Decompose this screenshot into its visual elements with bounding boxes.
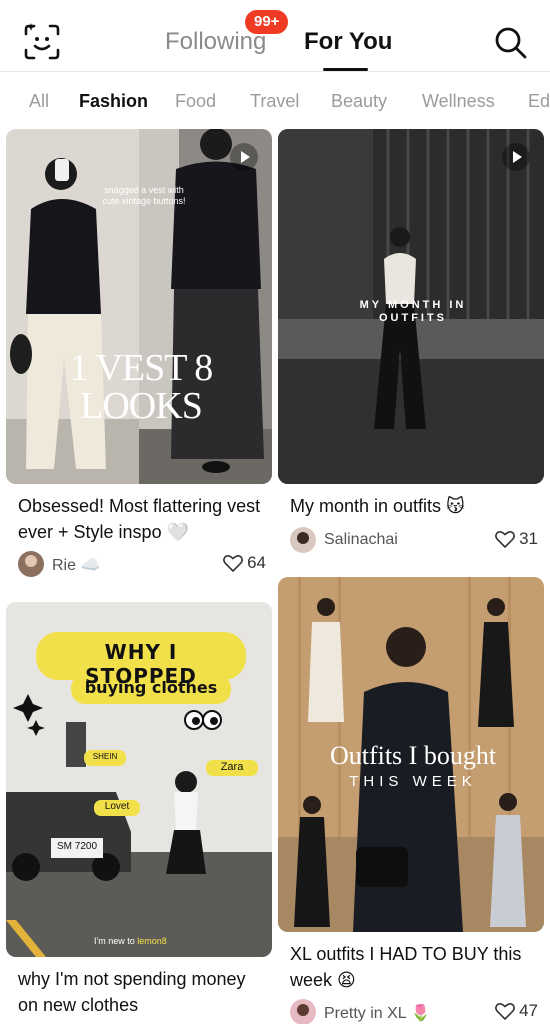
cover-headline: Outfits I bought <box>329 741 497 770</box>
category-fashion[interactable]: Fashion <box>79 91 148 112</box>
tag-label: Lovet <box>104 801 130 812</box>
footnote-brand: lemon8 <box>137 936 167 946</box>
like-count: 31 <box>519 529 538 548</box>
cover-subheadline: THIS WEEK <box>349 773 477 790</box>
post-cover-image[interactable]: Outfits I bought THIS WEEK <box>278 577 544 932</box>
tag-label: Zara <box>220 761 244 773</box>
avatar[interactable] <box>18 551 44 577</box>
license-plate: SM 7200 <box>56 841 98 852</box>
face-scan-icon[interactable] <box>22 22 62 62</box>
cover-headline: MY MONTH IN OUTFITS <box>359 299 467 324</box>
avatar[interactable] <box>290 527 316 553</box>
like-button[interactable]: 47 <box>495 1001 538 1021</box>
cover-footnote: I'm new to lemon8 <box>94 936 167 946</box>
post-title[interactable]: XL outfits I HAD TO BUY this week 😫 <box>290 941 540 993</box>
post-card[interactable]: WHY I STOPPED buying clothes SHEIN Zara … <box>6 602 272 1024</box>
like-count: 64 <box>247 553 266 572</box>
heart-icon <box>495 531 516 548</box>
like-count: 47 <box>519 1001 538 1020</box>
top-bar: Following 99+ For You <box>0 0 550 72</box>
like-button[interactable]: 31 <box>495 529 538 549</box>
notification-badge: 99+ <box>245 10 289 34</box>
search-icon[interactable] <box>492 24 528 60</box>
cover-caption: snagged a vest with cute vintage buttons… <box>102 185 186 206</box>
play-icon <box>230 143 258 171</box>
post-cover-image[interactable]: MY MONTH IN OUTFITS <box>278 129 544 484</box>
category-travel[interactable]: Travel <box>250 91 299 112</box>
heart-icon <box>495 1003 516 1020</box>
post-card[interactable]: MY MONTH IN OUTFITS My month in outfits … <box>278 129 544 559</box>
cover-headline: 1 VEST 8 LOOKS <box>69 347 214 427</box>
post-cover-image[interactable]: snagged a vest with cute vintage buttons… <box>6 129 272 484</box>
active-tab-indicator <box>323 68 368 71</box>
heart-icon <box>223 555 244 572</box>
category-tabs: All Fashion Food Travel Beauty Wellness … <box>0 80 550 124</box>
post-card[interactable]: snagged a vest with cute vintage buttons… <box>6 129 272 589</box>
post-meta: Rie ☁️ 64 <box>18 551 268 579</box>
author-name[interactable]: Rie ☁️ <box>52 555 100 575</box>
category-ed[interactable]: Ed <box>528 91 550 112</box>
post-title[interactable]: Obsessed! Most flattering vest ever + St… <box>18 493 268 545</box>
post-card[interactable]: Outfits I bought THIS WEEK XL outfits I … <box>278 577 544 1024</box>
footnote-text: I'm new to <box>94 936 135 946</box>
like-button[interactable]: 64 <box>223 553 266 573</box>
cover-subheadline: buying clothes <box>84 678 218 697</box>
author-name[interactable]: Pretty in XL 🌷 <box>324 1003 430 1023</box>
post-cover-image[interactable]: WHY I STOPPED buying clothes SHEIN Zara … <box>6 602 272 957</box>
tag-label: SHEIN <box>92 752 118 761</box>
avatar[interactable] <box>290 999 316 1024</box>
post-meta: Pretty in XL 🌷 47 <box>290 999 540 1024</box>
play-icon <box>502 143 530 171</box>
tab-for-you[interactable]: For You <box>304 28 392 56</box>
author-name[interactable]: Salinachai <box>324 531 398 549</box>
category-food[interactable]: Food <box>175 91 216 112</box>
category-all[interactable]: All <box>29 91 49 112</box>
post-meta: Salinachai 31 <box>290 527 540 555</box>
post-title[interactable]: why I'm not spending money on new clothe… <box>18 966 268 1018</box>
category-beauty[interactable]: Beauty <box>331 91 387 112</box>
category-wellness[interactable]: Wellness <box>422 91 495 112</box>
post-title[interactable]: My month in outfits 😽 <box>290 493 540 519</box>
